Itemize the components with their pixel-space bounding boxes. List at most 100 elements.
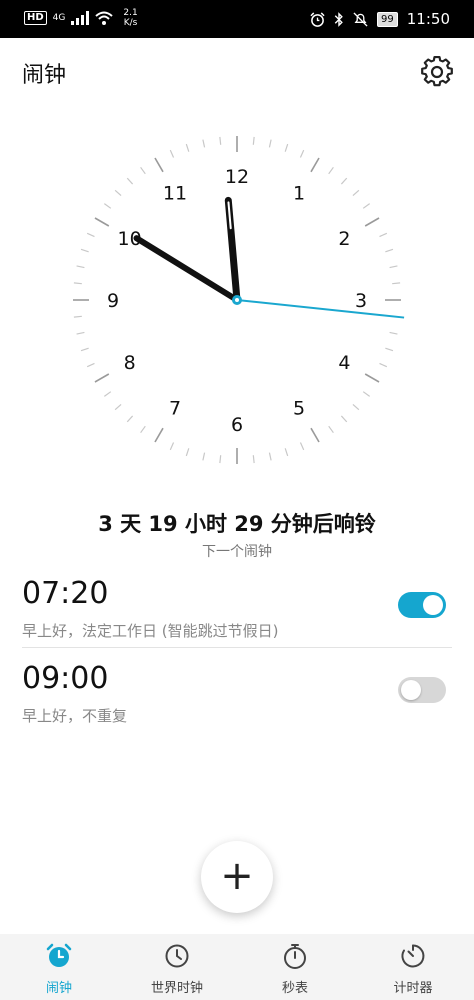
clock-numeral: 9 [107,290,119,312]
minute-tick [140,166,146,175]
nav-label: 闹钟 [45,981,72,996]
minute-tick [379,362,388,368]
minute-tick [202,452,206,461]
add-alarm-button[interactable]: + [201,841,273,913]
nav-label: 计时器 [393,981,433,996]
minute-tick [73,282,82,285]
bluetooth-icon [334,11,343,27]
minute-tick [362,203,371,209]
alarm-time: 09:00 [22,661,109,696]
gear-icon[interactable] [421,56,453,88]
status-bar: HD 4G 2.1 K/s 99 11:50 [0,0,474,38]
network-rate-value: 2.1 [123,8,138,18]
minute-tick [252,136,255,145]
status-left: HD 4G 2.1 K/s [24,8,138,28]
minute-tick [86,232,95,238]
alarm-clock-icon [46,943,72,967]
battery-indicator: 99 [377,11,398,27]
alarm-status-icon [310,11,325,27]
clock-numeral: 8 [124,352,136,374]
minute-tick [80,248,89,253]
hour-tick [154,427,164,443]
hour-tick [94,217,110,227]
hour-tick [154,157,164,173]
minute-tick [284,448,289,457]
minute-tick [299,442,305,451]
minute-tick [284,143,289,152]
minute-tick [103,203,112,209]
next-alarm-label: 下一个闹钟 [202,544,272,560]
minute-tick [114,189,122,197]
page-title: 闹钟 [22,63,67,88]
minute-tick [268,139,272,148]
minute-tick [80,347,89,352]
clock-numeral: 5 [293,397,305,419]
clock-numeral: 3 [355,290,367,312]
minute-tick [169,149,175,158]
second-hand [236,299,405,319]
minute-tick [103,391,112,397]
timer-icon [401,944,425,968]
nav-label: 秒表 [281,981,308,996]
minute-tick [86,362,95,368]
toggle-knob [401,680,421,700]
hd-badge: HD [24,11,47,25]
minute-tick [126,415,134,423]
tab-stopwatch[interactable]: 秒表 [236,934,354,1000]
alarm-toggle[interactable] [398,592,446,618]
minute-tick [392,282,401,285]
minute-tick [352,189,360,197]
clock-numeral: 4 [338,352,350,374]
minute-tick [385,248,394,253]
alarm-time: 07:20 [22,576,109,611]
hour-tick [310,427,320,443]
minute-tick [202,139,206,148]
stopwatch-icon [284,944,306,969]
clock-numeral: 1 [293,183,305,205]
minute-hand [133,235,240,303]
minute-tick [328,166,334,175]
tab-world-clock[interactable]: 世界时钟 [118,934,236,1000]
bottom-nav: 闹钟 世界时钟 秒表 计时器 [0,934,474,1000]
clock-numeral: 6 [231,414,243,436]
minute-tick [299,149,305,158]
network-type: 4G [52,13,66,23]
minute-tick [389,331,398,335]
nav-label: 世界时钟 [150,981,203,996]
tab-alarm[interactable]: 闹钟 [0,934,118,1000]
minute-tick [126,177,134,185]
hour-tick [310,157,320,173]
alarm-item[interactable]: 09:00 早上好，不重复 [0,655,474,733]
minute-tick [340,177,348,185]
status-right: 99 11:50 [310,10,450,28]
minute-tick [379,232,388,238]
alarm-item[interactable]: 07:20 早上好，法定工作日 (智能跳过节假日) [0,570,474,648]
minute-tick [114,403,122,411]
wifi-icon [95,11,114,25]
hour-tick [94,373,110,383]
hour-tick [364,217,380,227]
network-rate-unit: K/s [123,18,138,28]
toggle-knob [423,595,443,615]
signal-icon [71,11,90,25]
clock-center-inner [235,298,239,302]
analog-clock: 121234567891011 [73,136,405,464]
divider [22,647,452,648]
minute-tick [389,265,398,269]
network-rate: 2.1 K/s [123,8,137,28]
minute-tick [185,143,190,152]
minute-tick [219,136,222,145]
clock-numeral: 7 [169,397,181,419]
status-time: 11:50 [406,10,450,28]
hour-tick [364,373,380,383]
tab-timer[interactable]: 计时器 [354,934,472,1000]
world-clock-icon [165,944,189,968]
minute-tick [340,415,348,423]
minute-tick [219,455,222,464]
minute-tick [352,403,360,411]
minute-tick [252,455,255,464]
minute-tick [76,265,85,269]
alarm-toggle[interactable] [398,677,446,703]
minute-tick [185,448,190,457]
mute-icon [353,11,368,27]
